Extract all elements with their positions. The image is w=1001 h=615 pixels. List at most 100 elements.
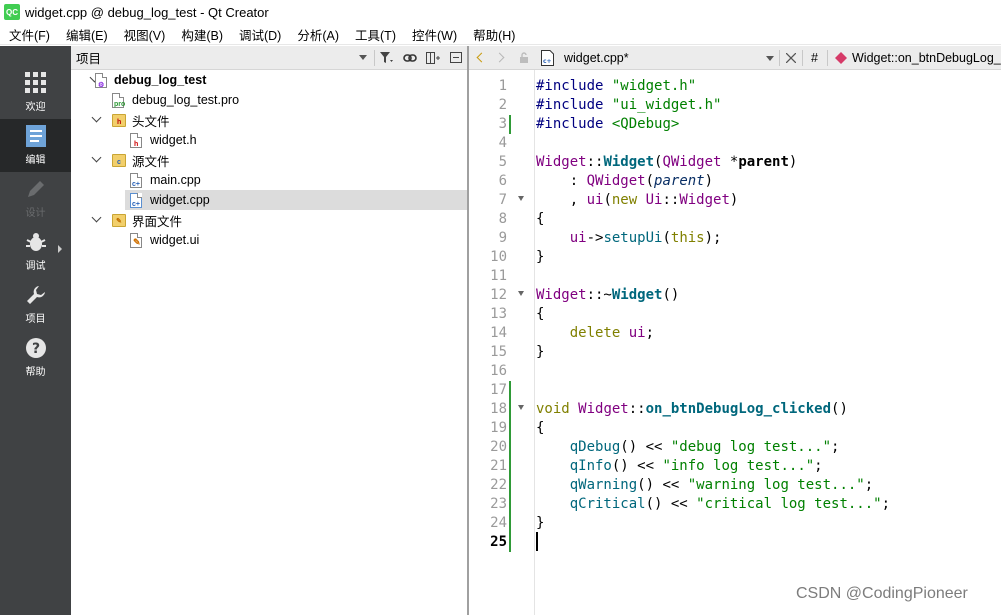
code-token: ): [729, 192, 739, 208]
wrench-icon: [26, 286, 45, 304]
header-file-icon: h: [130, 133, 142, 148]
project-icon: ⚙: [95, 73, 107, 89]
menu-analyze[interactable]: 分析(A): [288, 24, 346, 45]
mode-label: 设计: [25, 208, 46, 219]
code-line-22: qWarning() << "warning log test...";: [536, 476, 873, 495]
mode-edit[interactable]: 编辑: [0, 119, 71, 172]
line-number: 17: [490, 382, 507, 398]
project-tree: ⚙ debug_log_test pro debug_log_test.pro …: [71, 70, 467, 615]
code-token: () <<: [637, 477, 688, 493]
menu-debug[interactable]: 调试(D): [230, 24, 288, 45]
preprocessor-directive: #include: [536, 97, 604, 113]
line-number: 7: [498, 192, 507, 208]
chevron-down-icon[interactable]: [766, 56, 774, 61]
fold-arrow-icon[interactable]: [518, 291, 524, 296]
code-token: QWidget: [586, 173, 646, 189]
filter-button[interactable]: [375, 46, 398, 70]
forward-arrow-icon[interactable]: [494, 52, 505, 63]
code-line-15: }: [536, 344, 545, 360]
mode-design[interactable]: 设计: [0, 172, 71, 225]
edit-doc-icon: [25, 125, 46, 147]
code-token: Widget: [536, 154, 587, 170]
tree-item-sources-folder[interactable]: c 源文件: [71, 150, 467, 170]
close-pane-button[interactable]: [444, 46, 467, 70]
menu-edit[interactable]: 编辑(E): [57, 24, 115, 45]
svg-text:c+: c+: [543, 58, 552, 65]
tree-item-widget-cpp[interactable]: c+ widget.cpp: [125, 190, 467, 210]
chevron-down-icon: [358, 55, 367, 60]
expand-arrow-icon[interactable]: [91, 212, 102, 223]
code-token: ;: [864, 477, 874, 493]
code-line-9: ui->setupUi(this);: [536, 229, 722, 248]
line-number: 24: [490, 515, 507, 531]
tree-item-headers-folder[interactable]: h 头文件: [71, 110, 467, 130]
menu-build[interactable]: 构建(B): [172, 24, 230, 45]
code-token: new: [611, 192, 638, 208]
expand-arrow-icon[interactable]: [91, 112, 102, 123]
code-line-1: #include "widget.h": [536, 77, 696, 96]
code-token: Ui: [645, 192, 663, 208]
view-selector-dropdown[interactable]: [351, 46, 374, 70]
symbol-selector[interactable]: Widget::on_btnDebugLog_clicked(): [852, 51, 1001, 65]
folder-icon: c: [112, 154, 126, 167]
code-token: *: [721, 154, 739, 170]
string-literal: "warning log test...": [687, 477, 865, 493]
code-token: parent: [738, 154, 789, 170]
hash-button[interactable]: #: [811, 51, 818, 65]
code-token: ;: [814, 458, 823, 474]
menu-file[interactable]: 文件(F): [0, 24, 57, 45]
code-token: delete: [569, 325, 621, 341]
code-token: setupUi: [603, 230, 663, 246]
tree-item-label: widget.h: [150, 133, 197, 147]
fold-arrow-icon[interactable]: [518, 196, 524, 201]
mode-welcome[interactable]: 欢迎: [0, 66, 71, 119]
project-panel-header: 项目: [71, 46, 467, 70]
open-file-tab[interactable]: widget.cpp*: [564, 51, 629, 65]
line-number: 11: [490, 268, 507, 284]
code-line-3: #include <QDebug>: [536, 115, 679, 134]
menu-widgets[interactable]: 控件(W): [403, 24, 464, 45]
tree-item-widget-h[interactable]: h widget.h: [71, 130, 467, 150]
back-arrow-icon[interactable]: [476, 52, 487, 63]
svg-text:?: ?: [31, 341, 39, 357]
lock-icon: [520, 52, 528, 63]
expand-arrow-icon[interactable]: [91, 152, 102, 163]
code-line-23: qCritical() << "critical log test...";: [536, 495, 890, 514]
line-number: 1: [498, 78, 507, 94]
fold-arrow-icon[interactable]: [518, 405, 524, 410]
code-token: Widget: [578, 401, 629, 417]
tree-item-label: 头文件: [132, 114, 170, 129]
code-line-20: qDebug() << "debug log test...";: [536, 438, 840, 457]
line-number: 6: [498, 173, 507, 189]
code-token: (): [662, 287, 680, 303]
menu-tools[interactable]: 工具(T): [346, 24, 403, 45]
pro-file-icon: pro: [112, 93, 125, 108]
code-editor[interactable]: #include "widget.h" #include "ui_widget.…: [536, 70, 1001, 615]
cpp-file-icon: c+: [541, 50, 554, 66]
tree-item-widget-ui[interactable]: ✎ widget.ui: [71, 230, 467, 250]
close-icon[interactable]: [786, 53, 796, 63]
line-number: 22: [490, 477, 507, 493]
tree-item-project[interactable]: ⚙ debug_log_test: [71, 70, 467, 90]
line-number: 23: [490, 496, 507, 512]
code-token: () <<: [645, 496, 697, 512]
mode-projects[interactable]: 项目: [0, 278, 71, 331]
menu-view[interactable]: 视图(V): [115, 24, 173, 45]
mode-help[interactable]: ? 帮助: [0, 331, 71, 384]
include-path: <QDebug>: [611, 116, 680, 132]
split-button[interactable]: [421, 46, 444, 70]
change-marker: [509, 115, 511, 134]
line-number: 2: [498, 97, 507, 113]
pencil-icon: [27, 181, 44, 197]
tree-item-main-cpp[interactable]: c+ main.cpp: [71, 170, 467, 190]
mode-label: 欢迎: [25, 102, 46, 113]
sync-link-button[interactable]: [398, 46, 421, 70]
tree-item-pro-file[interactable]: pro debug_log_test.pro: [71, 90, 467, 110]
tree-item-forms-folder[interactable]: ✎ 界面文件: [71, 210, 467, 230]
mode-debug[interactable]: 调试: [0, 225, 71, 278]
menu-help[interactable]: 帮助(H): [464, 24, 522, 45]
include-path: "widget.h": [611, 78, 697, 94]
code-line-10: }: [536, 249, 545, 265]
